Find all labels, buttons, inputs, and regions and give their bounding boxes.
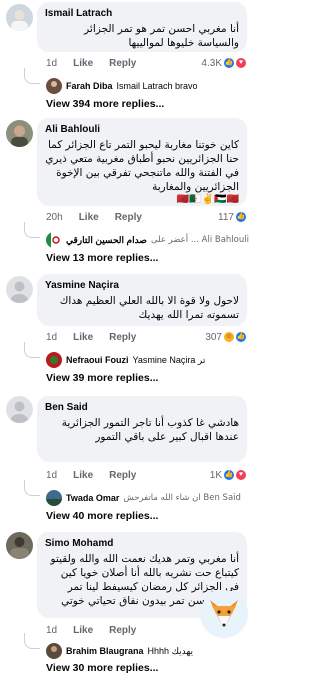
comment-text: أنا مغربي احسن تمر هو تمر الجزائر والسيا… bbox=[84, 23, 239, 49]
avatar[interactable] bbox=[6, 120, 33, 147]
comment-author[interactable]: Ali Bahlouli bbox=[45, 124, 239, 135]
avatar bbox=[46, 490, 62, 506]
view-more-replies-link[interactable]: View 13 more replies... bbox=[46, 252, 158, 264]
comment-actions: 20h Like Reply 117 👍 bbox=[46, 210, 246, 224]
view-more-replies-link[interactable]: View 394 more replies... bbox=[46, 98, 164, 110]
comment-time[interactable]: 1d bbox=[46, 58, 57, 69]
reply-author: Twada Omar bbox=[66, 493, 120, 503]
avatar bbox=[46, 78, 62, 94]
like-button[interactable]: Like bbox=[73, 625, 93, 636]
reaction-count: 4.3K bbox=[201, 57, 222, 69]
reply-text: Hhhh يهديك bbox=[147, 645, 194, 656]
haha-reaction-icon: ☺ bbox=[224, 332, 234, 342]
comment-time[interactable]: 1d bbox=[46, 470, 57, 481]
comment-time[interactable]: 1d bbox=[46, 625, 57, 636]
reaction-count: 307 bbox=[205, 331, 222, 343]
reaction-summary[interactable]: 307 ☺ 👍 bbox=[205, 332, 246, 343]
like-reaction-icon: 👍 bbox=[236, 212, 246, 222]
avatar bbox=[46, 643, 62, 659]
reply-button[interactable]: Reply bbox=[115, 212, 142, 223]
reply-button[interactable]: Reply bbox=[109, 625, 136, 636]
reply-button[interactable]: Reply bbox=[109, 332, 136, 343]
reaction-count: 1K bbox=[209, 469, 222, 481]
love-reaction-icon: ♥ bbox=[236, 470, 246, 480]
avatar bbox=[46, 352, 62, 368]
view-more-replies-link[interactable]: View 30 more replies... bbox=[46, 662, 158, 674]
comment-actions: 1d Like Reply 307 ☺ 👍 bbox=[46, 330, 246, 344]
avatar[interactable] bbox=[6, 396, 33, 423]
comment-bubble: Yasmine Naçira لاحول ولا قوة الا بالله ا… bbox=[37, 274, 247, 326]
reaction-summary[interactable]: 4.3K 👍 ♥ bbox=[201, 58, 246, 69]
comment-actions: 1d Like Reply 4.3K 👍 ♥ bbox=[46, 56, 246, 70]
reply-text: Ali Bahlouli ... أعضر على bbox=[150, 235, 249, 245]
avatar[interactable] bbox=[6, 4, 33, 31]
reply-preview[interactable]: Brahim Blaugrana Hhhh يهديك bbox=[24, 633, 246, 661]
view-more-replies-link[interactable]: View 39 more replies... bbox=[46, 372, 158, 384]
comment-text: لاحول ولا قوة الا بالله العلي العظيم هدا… bbox=[59, 295, 239, 321]
like-button[interactable]: Like bbox=[73, 332, 93, 343]
comment-time[interactable]: 1d bbox=[46, 332, 57, 343]
comment-bubble: Ali Bahlouli كاين خوتنا مغاربة ليحبو الت… bbox=[37, 118, 247, 206]
comment-bubble: Ismail Latrach أنا مغربي احسن تمر هو تمر… bbox=[37, 2, 247, 52]
reaction-count: 117 bbox=[218, 211, 234, 223]
comment-emoji: 🇲🇦🇩🇿✌🇵🇸🇲🇦 bbox=[176, 194, 239, 205]
reply-text: Yasmine Naçira تر bbox=[132, 354, 206, 365]
comment-actions: 1d Like Reply 1K 👍 ♥ bbox=[46, 468, 246, 482]
reply-preview[interactable]: صدام الحسين التارقي Ali Bahlouli ... أعض… bbox=[24, 222, 249, 250]
reply-author: Brahim Blaugrana bbox=[66, 646, 144, 656]
comment-text: هادشي غا كذوب أنا تاجر التمور الجزائرية … bbox=[61, 417, 239, 443]
comment-author[interactable]: Ismail Latrach bbox=[45, 8, 239, 19]
reply-author: Nefraoui Fouzi bbox=[66, 355, 129, 365]
reply-text: Ben Said ان شاء الله ماتفرحش bbox=[123, 493, 241, 503]
comment-author[interactable]: Ben Said bbox=[45, 402, 239, 413]
reply-preview[interactable]: Farah Diba Ismail Latrach bravo bbox=[24, 68, 246, 96]
like-button[interactable]: Like bbox=[73, 58, 93, 69]
avatar[interactable] bbox=[6, 276, 33, 303]
reaction-summary[interactable]: 117 👍 bbox=[218, 212, 246, 223]
like-button[interactable]: Like bbox=[73, 470, 93, 481]
reply-preview[interactable]: Twada Omar Ben Said ان شاء الله ماتفرحش bbox=[24, 480, 246, 508]
reply-button[interactable]: Reply bbox=[109, 470, 136, 481]
comment-time[interactable]: 20h bbox=[46, 212, 63, 223]
love-reaction-icon: ♥ bbox=[236, 58, 246, 68]
reply-text: Ismail Latrach bravo bbox=[116, 81, 198, 91]
reaction-summary[interactable]: 1K 👍 ♥ bbox=[210, 470, 246, 481]
like-reaction-icon: 👍 bbox=[224, 470, 234, 480]
comment-author[interactable]: Yasmine Naçira bbox=[45, 280, 239, 291]
like-reaction-icon: 👍 bbox=[236, 332, 246, 342]
reply-author: Farah Diba bbox=[66, 81, 113, 91]
comment-bubble: Ben Said هادشي غا كذوب أنا تاجر التمور ا… bbox=[37, 396, 247, 462]
comment-text: كاين خوتنا مغاربة ليحبو التمر تاع الجزائ… bbox=[45, 139, 239, 193]
avatar bbox=[46, 232, 62, 248]
like-reaction-icon: 👍 bbox=[224, 58, 234, 68]
reply-preview[interactable]: Nefraoui Fouzi Yasmine Naçira تر bbox=[24, 342, 246, 370]
reply-button[interactable]: Reply bbox=[109, 58, 136, 69]
view-more-replies-link[interactable]: View 40 more replies... bbox=[46, 510, 158, 522]
like-button[interactable]: Like bbox=[79, 212, 99, 223]
comment-author[interactable]: Simo Mohamd bbox=[45, 538, 239, 549]
reply-author: صدام الحسين التارقي bbox=[66, 234, 147, 245]
avatar[interactable] bbox=[6, 532, 33, 559]
fox-logo-icon bbox=[200, 590, 248, 638]
